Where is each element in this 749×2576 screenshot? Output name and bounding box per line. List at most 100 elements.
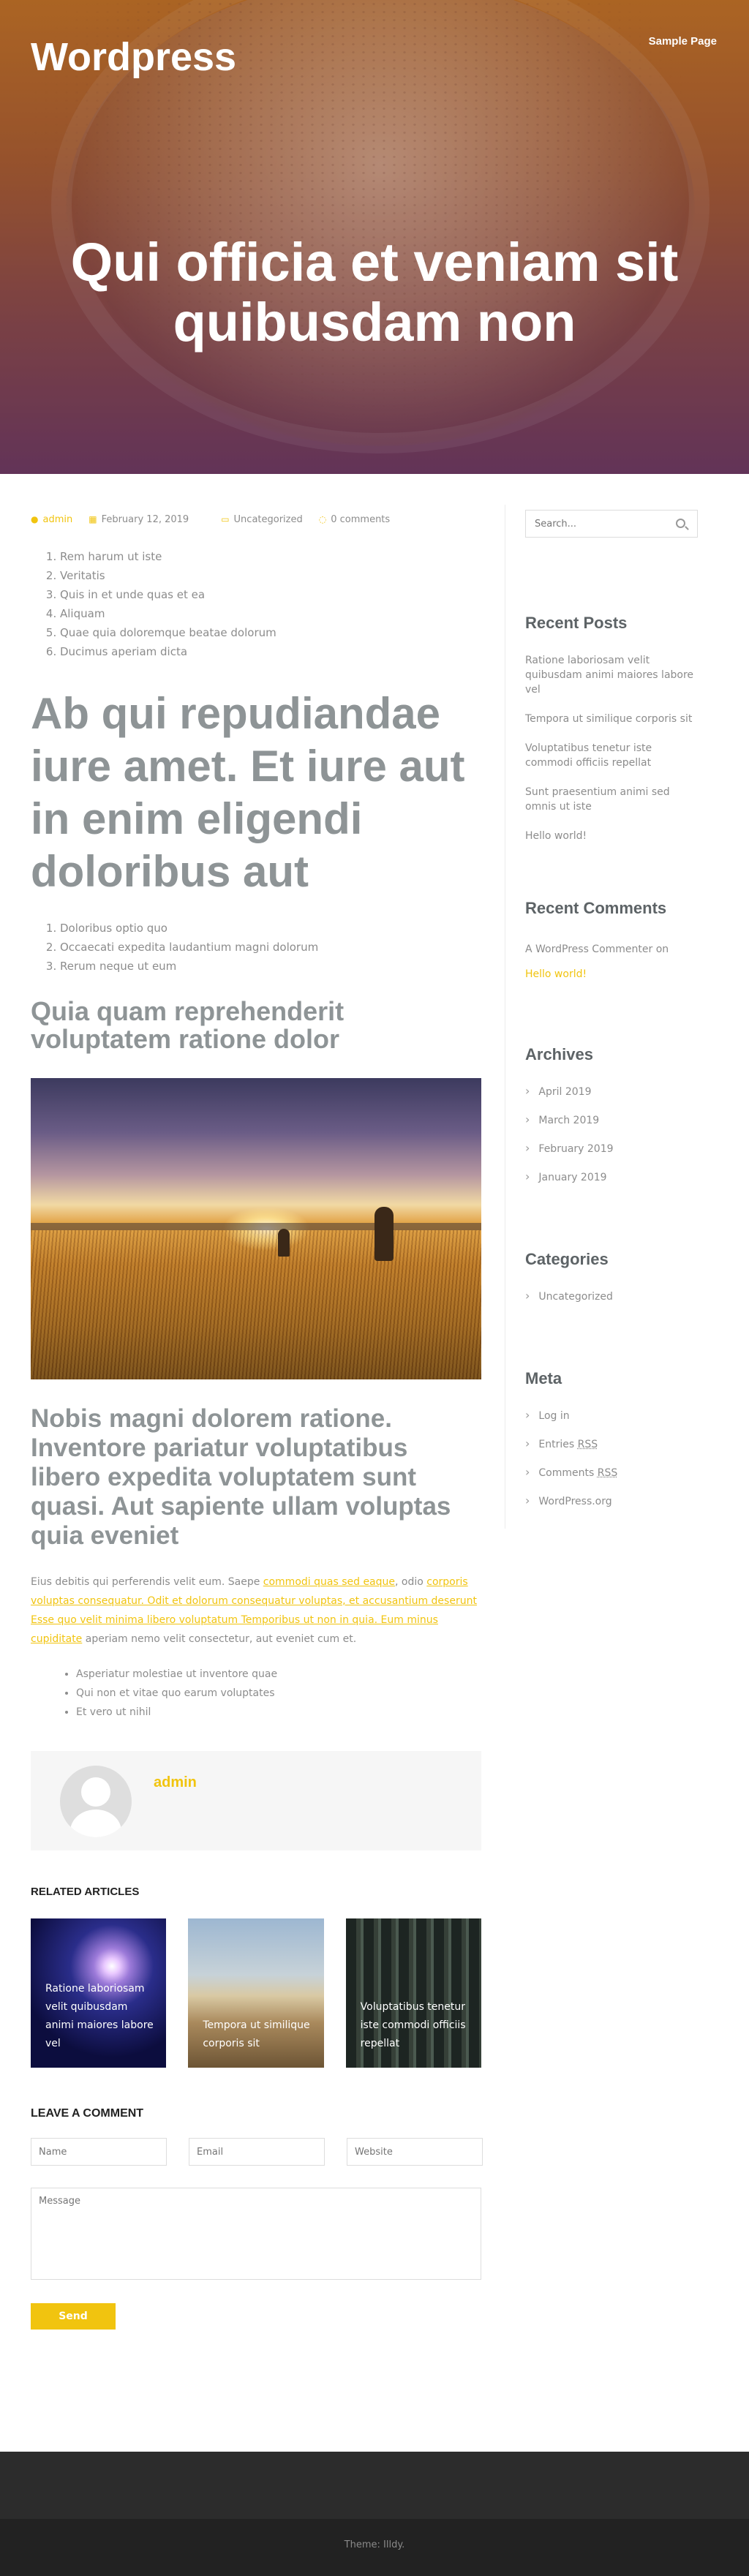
related-card-title: Tempora ut similique corporis sit	[203, 2019, 310, 2049]
paragraph-text: , odio	[395, 1576, 427, 1588]
list-item: Occaecati expedita laudantium magni dolo…	[60, 938, 481, 957]
person-silhouette	[374, 1207, 394, 1261]
meta-author: ● admin	[31, 514, 72, 525]
comment-icon: ◌	[318, 514, 327, 524]
list-item: Quis in et unde quas et ea	[60, 585, 481, 604]
author-link[interactable]: admin	[42, 514, 72, 525]
list-item: Qui non et vitae quo earum voluptates	[76, 1684, 481, 1703]
categories-widget: Categories Uncategorized	[525, 1250, 698, 1311]
name-field[interactable]	[31, 2138, 167, 2166]
recent-post-link[interactable]: Ratione laboriosam velit quibusdam animi…	[525, 653, 698, 697]
related-title: RELATED ARTICLES	[31, 1886, 140, 1898]
email-field[interactable]	[189, 2138, 325, 2166]
widget-title: Categories	[525, 1250, 609, 1268]
related-card-3[interactable]: Voluptatibus tenetur iste commodi offici…	[345, 1918, 481, 2068]
comment-form-title: LEAVE A COMMENT	[31, 2107, 144, 2120]
inline-link[interactable]: commodi quas sed eaque	[263, 1576, 395, 1588]
folder-icon: ▭	[221, 514, 230, 524]
widget-title: Recent Posts	[525, 614, 628, 632]
author-box: admin	[31, 1751, 481, 1850]
meta-comments: ◌ 0 comments	[319, 514, 390, 525]
bullet-list: Asperiatur molestiae ut inventore quae Q…	[76, 1665, 481, 1722]
hero-header: Wordpress Sample Page Qui officia et ven…	[0, 0, 749, 474]
comments-link[interactable]: 0 comments	[331, 514, 390, 525]
post-heading-1: Ab qui repudiandae iure amet. Et iure au…	[31, 689, 465, 896]
send-button[interactable]: Send	[31, 2303, 116, 2330]
related-articles: Ratione laboriosam velit quibusdam animi…	[31, 1918, 481, 2068]
archive-link[interactable]: January 2019	[525, 1163, 698, 1191]
rss-abbr: RSS	[577, 1439, 598, 1450]
search-icon[interactable]	[676, 519, 685, 528]
related-card-2[interactable]: Tempora ut similique corporis sit	[188, 1918, 324, 2068]
ordered-list-2: Doloribus optio quo Occaecati expedita l…	[60, 919, 481, 976]
meta-widget: Meta Log in Entries RSS Comments RSS Wor…	[525, 1369, 698, 1515]
comment-on: on	[655, 944, 669, 955]
list-item: Et vero ut nihil	[76, 1703, 481, 1722]
recent-post-link[interactable]: Hello world!	[525, 829, 698, 843]
entries-label: Entries	[538, 1439, 575, 1450]
post-content: ● admin ▦ February 12, 2019 ▭ Uncategorized…	[31, 512, 483, 2330]
footer-widgets-area	[0, 2452, 749, 2519]
list-item: Doloribus optio quo	[60, 919, 481, 938]
recent-posts-widget: Recent Posts Ratione laboriosam velit qu…	[525, 614, 698, 843]
category-link[interactable]: Uncategorized	[525, 1282, 698, 1311]
comments-rss-link[interactable]: Comments RSS	[525, 1458, 698, 1487]
author-box-name[interactable]: admin	[154, 1774, 197, 1791]
list-item: Veritatis	[60, 566, 481, 585]
login-link[interactable]: Log in	[525, 1401, 698, 1430]
archive-link[interactable]: April 2019	[525, 1077, 698, 1106]
grass-field	[31, 1230, 481, 1379]
recent-post-link[interactable]: Voluptatibus tenetur iste commodi offici…	[525, 741, 698, 770]
archives-list: April 2019 March 2019 February 2019 Janu…	[525, 1077, 698, 1191]
nav-sample-page[interactable]: Sample Page	[649, 35, 717, 48]
widget-title: Recent Comments	[525, 899, 667, 917]
website-field[interactable]	[347, 2138, 483, 2166]
comments-label: Comments	[538, 1467, 595, 1479]
person-silhouette	[278, 1229, 290, 1257]
widget-title: Meta	[525, 1369, 562, 1387]
paragraph-text: Eius debitis qui perferendis velit eum. …	[31, 1576, 263, 1588]
wordpress-org-link[interactable]: WordPress.org	[525, 1487, 698, 1515]
sidebar: Recent Posts Ratione laboriosam velit qu…	[525, 510, 698, 1515]
archive-link[interactable]: February 2019	[525, 1134, 698, 1163]
post-meta: ● admin ▦ February 12, 2019 ▭ Uncategorized…	[31, 512, 481, 527]
search-box	[525, 510, 698, 538]
footer: Theme: Illdy.	[0, 2519, 749, 2576]
list-item: Rerum neque ut eum	[60, 957, 481, 976]
comment-author: A WordPress Commenter	[525, 944, 653, 955]
archives-widget: Archives April 2019 March 2019 February …	[525, 1045, 698, 1191]
related-card-1[interactable]: Ratione laboriosam velit quibusdam animi…	[31, 1918, 167, 2068]
avatar-head	[81, 1777, 110, 1807]
list-item: Aliquam	[60, 604, 481, 623]
widget-title: Archives	[525, 1045, 593, 1063]
meta-date: ▦ February 12, 2019	[89, 514, 205, 525]
category-link[interactable]: Uncategorized	[234, 514, 303, 525]
page: Wordpress Sample Page Qui officia et ven…	[0, 0, 749, 2576]
list-item: Ducimus aperiam dicta	[60, 642, 481, 661]
comment-fields	[31, 2138, 483, 2166]
post-paragraph: Eius debitis qui perferendis velit eum. …	[31, 1573, 481, 1649]
post-heading-2: Quia quam reprehenderit voluptatem ratio…	[31, 996, 345, 1054]
entries-rss-link[interactable]: Entries RSS	[525, 1430, 698, 1458]
list-item: Asperiatur molestiae ut inventore quae	[76, 1665, 481, 1684]
search-input[interactable]	[526, 511, 697, 537]
recent-post-link[interactable]: Tempora ut similique corporis sit	[525, 712, 698, 726]
recent-post-link[interactable]: Sunt praesentium animi sed omnis ut iste	[525, 785, 698, 814]
paragraph-text: aperiam nemo velit consectetur, aut even…	[82, 1633, 357, 1645]
archive-link[interactable]: March 2019	[525, 1106, 698, 1134]
calendar-icon: ▦	[89, 514, 97, 524]
ordered-list-1: Rem harum ut iste Veritatis Quis in et u…	[60, 547, 481, 661]
comment-post-link[interactable]: Hello world!	[525, 968, 587, 980]
hero-title: Qui officia et veniam sit quibusdam non	[70, 232, 679, 353]
recent-comments-widget: Recent Comments A WordPress Commenter on…	[525, 899, 698, 987]
avatar-body	[70, 1809, 121, 1837]
site-title-link[interactable]: Wordpress	[31, 31, 250, 83]
footer-credit: Theme: Illdy.	[344, 2539, 405, 2550]
rss-abbr: RSS	[597, 1467, 618, 1479]
message-field[interactable]	[31, 2188, 481, 2280]
meta-list: Log in Entries RSS Comments RSS WordPres…	[525, 1401, 698, 1515]
related-card-title: Voluptatibus tenetur iste commodi offici…	[360, 2001, 466, 2049]
date-text: February 12, 2019	[101, 513, 189, 525]
categories-list: Uncategorized	[525, 1282, 698, 1311]
recent-posts-list: Ratione laboriosam velit quibusdam animi…	[525, 653, 698, 843]
